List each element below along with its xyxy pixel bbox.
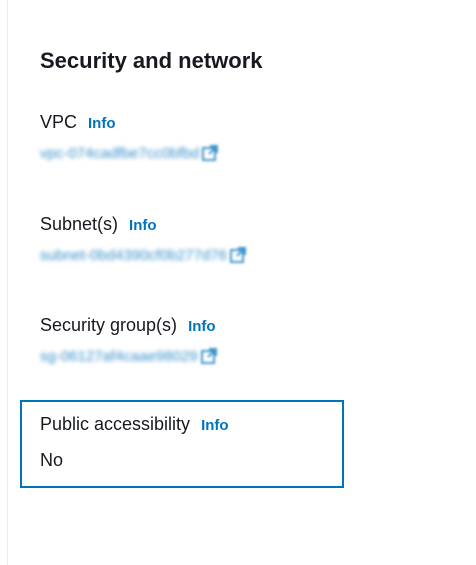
security-group-id-link[interactable]: sg-06127af4caae98029 (40, 348, 198, 365)
vpc-label: VPC (40, 112, 78, 132)
subnets-label: Subnet(s) (40, 214, 119, 234)
vpc-id-link[interactable]: vpc-074cadfbe7cc0bfbd (40, 145, 199, 162)
subnets-value-row: subnet-0bd4390cf0b277d76 (40, 243, 246, 267)
public-accessibility-value: No (40, 450, 64, 470)
vpc-value-row: vpc-074cadfbe7cc0bfbd (40, 141, 219, 165)
subnets-label-row: Subnet(s) Info (40, 212, 246, 238)
external-link-icon[interactable] (229, 247, 246, 263)
vpc-field: VPC Info vpc-074cadfbe7cc0bfbd (40, 110, 219, 165)
security-groups-info-link[interactable]: Info (188, 315, 216, 339)
external-link-icon[interactable] (200, 348, 217, 364)
security-groups-label-row: Security group(s) Info (40, 313, 217, 339)
public-accessibility-label: Public accessibility (40, 414, 191, 434)
vpc-label-row: VPC Info (40, 110, 218, 136)
subnets-field: Subnet(s) Info subnet-0bd4390cf0b277d76 (40, 212, 246, 267)
subnets-info-link[interactable]: Info (129, 214, 157, 238)
left-divider (7, 0, 8, 565)
vpc-info-link[interactable]: Info (88, 112, 116, 136)
public-accessibility-label-row: Public accessibility Info (40, 412, 229, 438)
security-groups-field: Security group(s) Info sg-06127af4caae98… (40, 313, 217, 368)
public-accessibility-info-link[interactable]: Info (201, 414, 229, 438)
subnet-id-link[interactable]: subnet-0bd4390cf0b277d76 (40, 247, 227, 264)
public-accessibility-field: Public accessibility Info No (40, 412, 229, 472)
section-title: Security and network (40, 48, 263, 73)
security-groups-label: Security group(s) (40, 315, 178, 335)
external-link-icon[interactable] (202, 145, 219, 161)
security-groups-value-row: sg-06127af4caae98029 (40, 344, 217, 368)
